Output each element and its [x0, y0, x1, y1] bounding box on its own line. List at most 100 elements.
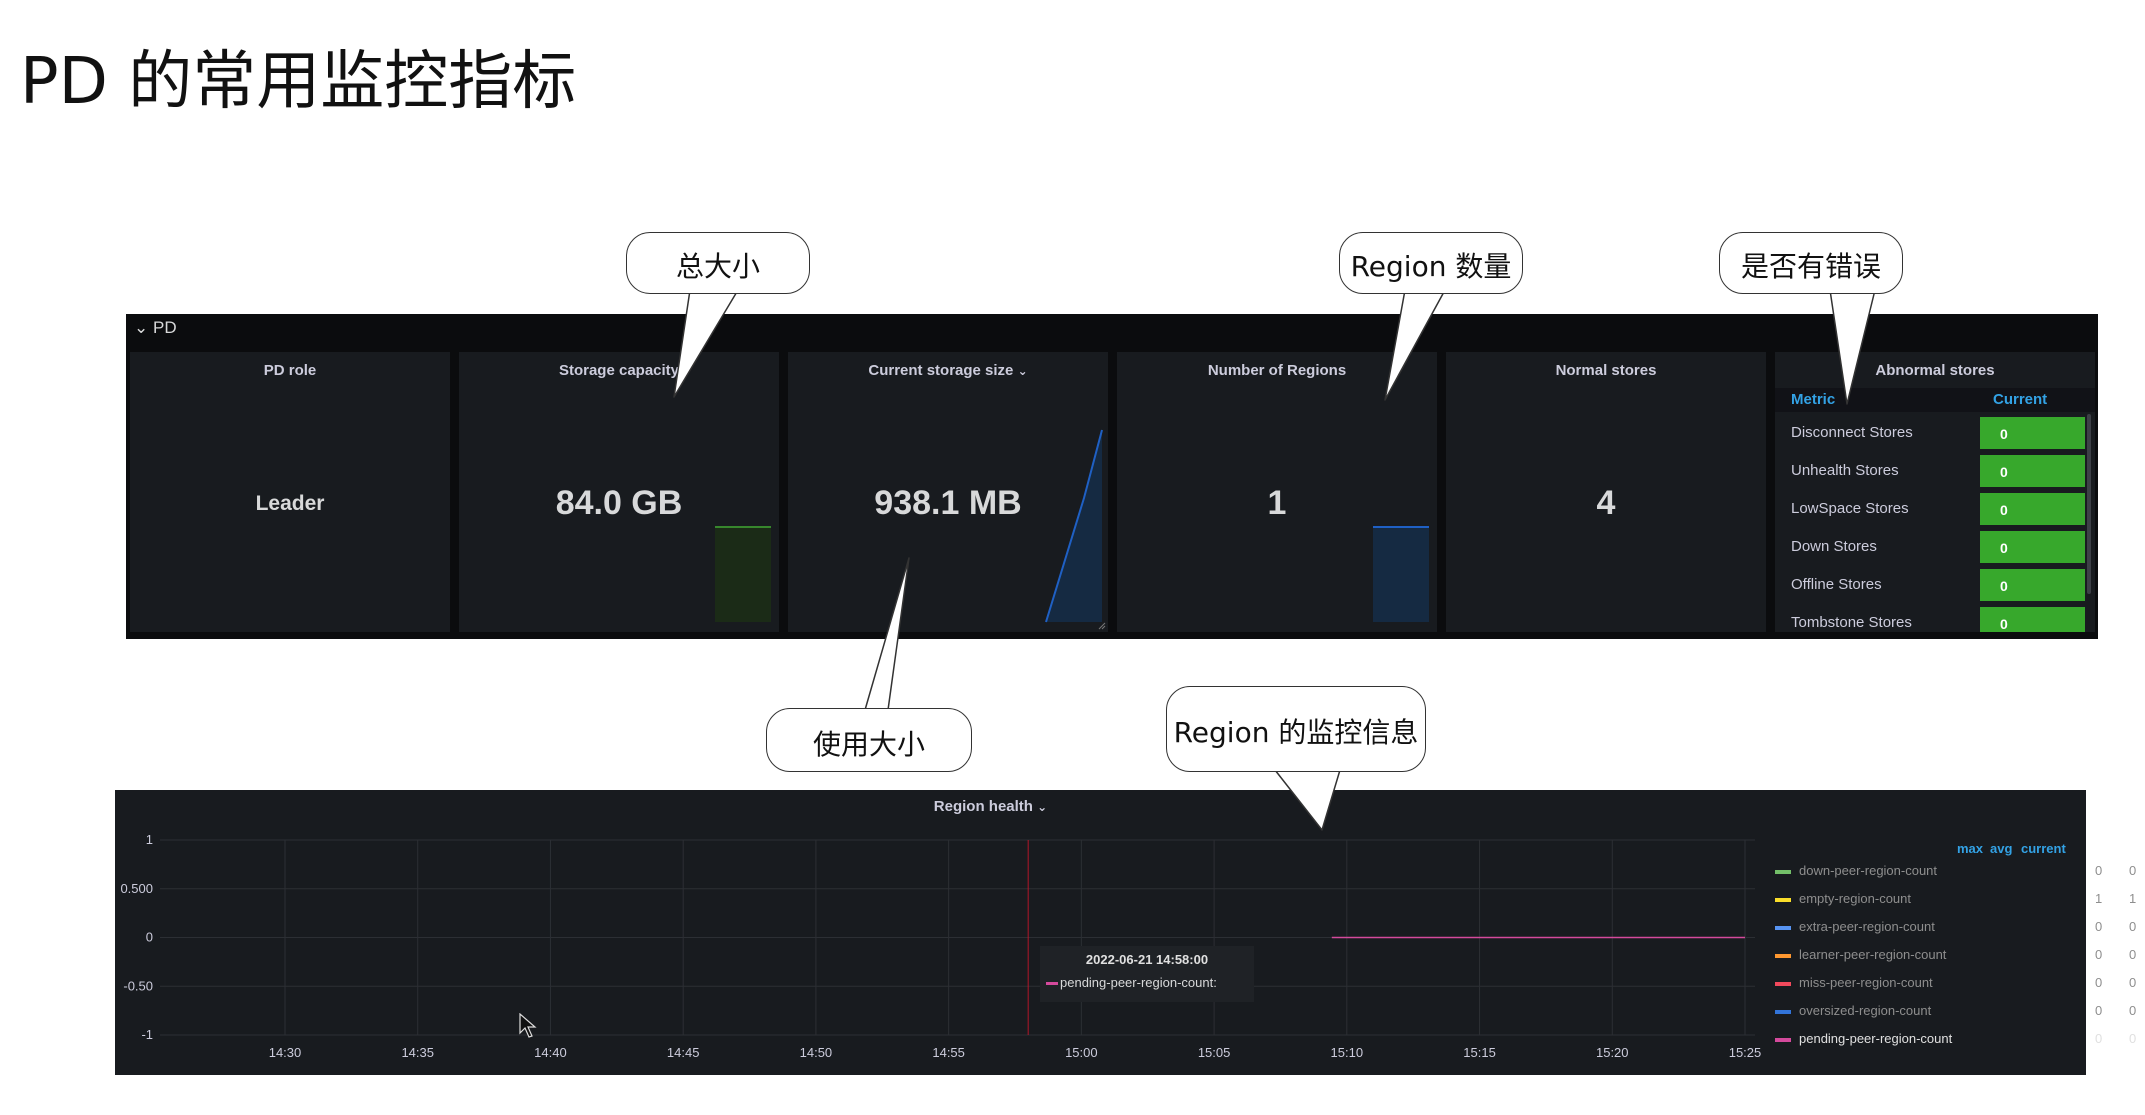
table-row: Disconnect Stores 0: [1775, 414, 2095, 452]
legend-series-name: learner-peer-region-count: [1799, 947, 1947, 962]
storage-capacity-title: Storage capacity: [558, 362, 680, 379]
number-of-regions-panel[interactable]: Number of Regions 1: [1117, 352, 1437, 632]
legend-item[interactable]: pending-peer-region-count000: [1775, 1028, 2136, 1056]
legend-series-name: empty-region-count: [1799, 891, 1911, 906]
legend-avg-value: 0: [2129, 1003, 2137, 1018]
normal-stores-title: Normal stores: [1555, 362, 1657, 379]
legend-max-value: 0: [2095, 863, 2103, 878]
legend-max-value: 0: [2095, 975, 2103, 990]
legend-item[interactable]: learner-peer-region-count000: [1775, 944, 2136, 972]
row-value: 0: [1980, 569, 2085, 601]
x-tick-label: 14:40: [534, 1045, 567, 1060]
pd-row-panel: ⌄ PD PD role Leader Storage capacity 84.…: [126, 314, 2098, 639]
chart-tooltip: 2022-06-21 14:58:00 pending-peer-region-…: [1040, 946, 1254, 1002]
abnormal-stores-panel[interactable]: Abnormal stores Metric Current Disconnec…: [1775, 352, 2095, 632]
storage-capacity-value: 84.0 GB: [555, 484, 683, 522]
tooltip-series-swatch: [1046, 982, 1058, 985]
x-tick-label: 14:55: [932, 1045, 965, 1060]
chevron-down-icon: ⌄: [1017, 364, 1028, 378]
legend-item[interactable]: extra-peer-region-count000: [1775, 916, 2136, 944]
legend-swatch: [1775, 982, 1791, 986]
page-title: PD 的常用监控指标: [20, 45, 577, 119]
table-row: Offline Stores 0: [1775, 566, 2095, 604]
legend-avg-value: 0: [2129, 863, 2137, 878]
row-value: 0: [1980, 455, 2085, 487]
x-tick-label: 15:15: [1463, 1045, 1496, 1060]
legend-item[interactable]: oversized-region-count000: [1775, 1000, 2136, 1028]
row-label: Offline Stores: [1791, 576, 1882, 593]
legend-avg-value: 0: [2129, 1031, 2137, 1046]
resize-handle-icon[interactable]: [1098, 622, 1106, 630]
tooltip-time: 2022-06-21 14:58:00: [1085, 952, 1209, 967]
chevron-down-icon: ⌄: [134, 318, 149, 337]
pd-row-title: PD: [152, 318, 177, 337]
legend-swatch: [1775, 954, 1791, 958]
current-storage-size-panel[interactable]: Current storage size ⌄ 938.1 MB: [788, 352, 1108, 632]
legend-swatch: [1775, 898, 1791, 902]
row-value: 0: [1980, 531, 2085, 563]
legend-series-name: extra-peer-region-count: [1799, 919, 1935, 934]
callout-has-error: 是否有错误: [1719, 232, 1903, 294]
x-tick-label: 15:20: [1596, 1045, 1629, 1060]
legend-item[interactable]: down-peer-region-count000: [1775, 860, 2136, 888]
legend-series-name: oversized-region-count: [1799, 1003, 1932, 1018]
storage-capacity-sparkline: [715, 526, 771, 622]
legend-item[interactable]: miss-peer-region-count000: [1775, 972, 2136, 1000]
row-label: LowSpace Stores: [1791, 500, 1909, 517]
scrollbar[interactable]: [2087, 414, 2091, 594]
legend-avg-header[interactable]: avg: [1990, 841, 2012, 856]
metric-column-header[interactable]: Metric: [1791, 391, 1835, 408]
y-tick-label: -0.50: [123, 978, 153, 993]
storage-capacity-panel[interactable]: Storage capacity 84.0 GB: [459, 352, 779, 632]
current-column-header[interactable]: Current: [1993, 391, 2047, 408]
table-row: LowSpace Stores 0: [1775, 490, 2095, 528]
row-value: 0: [1980, 493, 2085, 525]
x-tick-label: 14:50: [800, 1045, 833, 1060]
current-storage-size-sparkline: [1045, 429, 1103, 623]
legend-current-header[interactable]: current: [2021, 841, 2066, 856]
callout-total-size: 总大小: [626, 232, 810, 294]
legend-swatch: [1775, 926, 1791, 930]
table-row: Unhealth Stores 0: [1775, 452, 2095, 490]
normal-stores-panel[interactable]: Normal stores 4: [1446, 352, 1766, 632]
row-label: Down Stores: [1791, 538, 1877, 555]
legend-swatch: [1775, 1010, 1791, 1014]
abnormal-stores-title: Abnormal stores: [1875, 362, 1995, 379]
pd-role-panel[interactable]: PD role Leader: [130, 352, 450, 632]
tooltip-series: pending-peer-region-count:: [1060, 975, 1217, 990]
legend-max-value: 0: [2095, 919, 2103, 934]
pd-role-value: Leader: [255, 492, 325, 515]
x-tick-label: 14:35: [401, 1045, 434, 1060]
legend-swatch: [1775, 870, 1791, 874]
x-tick-label: 14:30: [269, 1045, 302, 1060]
callout-region-monitor: Region 的监控信息: [1166, 686, 1426, 772]
abnormal-stores-table-header: Metric Current: [1775, 388, 2095, 412]
y-tick-label: 1: [146, 832, 153, 847]
mouse-cursor-icon: [519, 1013, 537, 1038]
row-label: Disconnect Stores: [1791, 424, 1913, 441]
y-tick-label: -1: [141, 1027, 153, 1042]
legend-item[interactable]: empty-region-count111: [1775, 888, 2136, 916]
row-value: 0: [1980, 417, 2085, 449]
row-value: 0: [1980, 607, 2085, 632]
legend-max-value: 0: [2095, 1003, 2103, 1018]
table-row: Tombstone Stores 0: [1775, 604, 2095, 632]
normal-stores-value: 4: [1596, 484, 1616, 522]
legend-avg-value: 0: [2129, 975, 2137, 990]
x-tick-label: 15:00: [1065, 1045, 1098, 1060]
callout-region-count: Region 数量: [1339, 232, 1523, 294]
legend-series-name: pending-peer-region-count: [1799, 1031, 1953, 1046]
row-label: Unhealth Stores: [1791, 462, 1899, 479]
legend-max-value: 0: [2095, 947, 2103, 962]
legend-series-name: down-peer-region-count: [1799, 863, 1938, 878]
number-of-regions-sparkline: [1373, 526, 1429, 622]
callout-used-size: 使用大小: [766, 708, 972, 772]
legend-max-value: 0: [2095, 1031, 2103, 1046]
legend-avg-value: 0: [2129, 919, 2137, 934]
pd-role-title: PD role: [263, 362, 317, 379]
pd-row-header[interactable]: ⌄ PD: [134, 318, 177, 338]
legend-max-header[interactable]: max: [1957, 841, 1983, 856]
row-label: Tombstone Stores: [1791, 614, 1912, 631]
number-of-regions-value: 1: [1267, 484, 1287, 522]
region-health-panel[interactable]: Region health ⌄ 1 0.500 0 -0.50 -1 14:30 14:35…: [115, 790, 2136, 1075]
